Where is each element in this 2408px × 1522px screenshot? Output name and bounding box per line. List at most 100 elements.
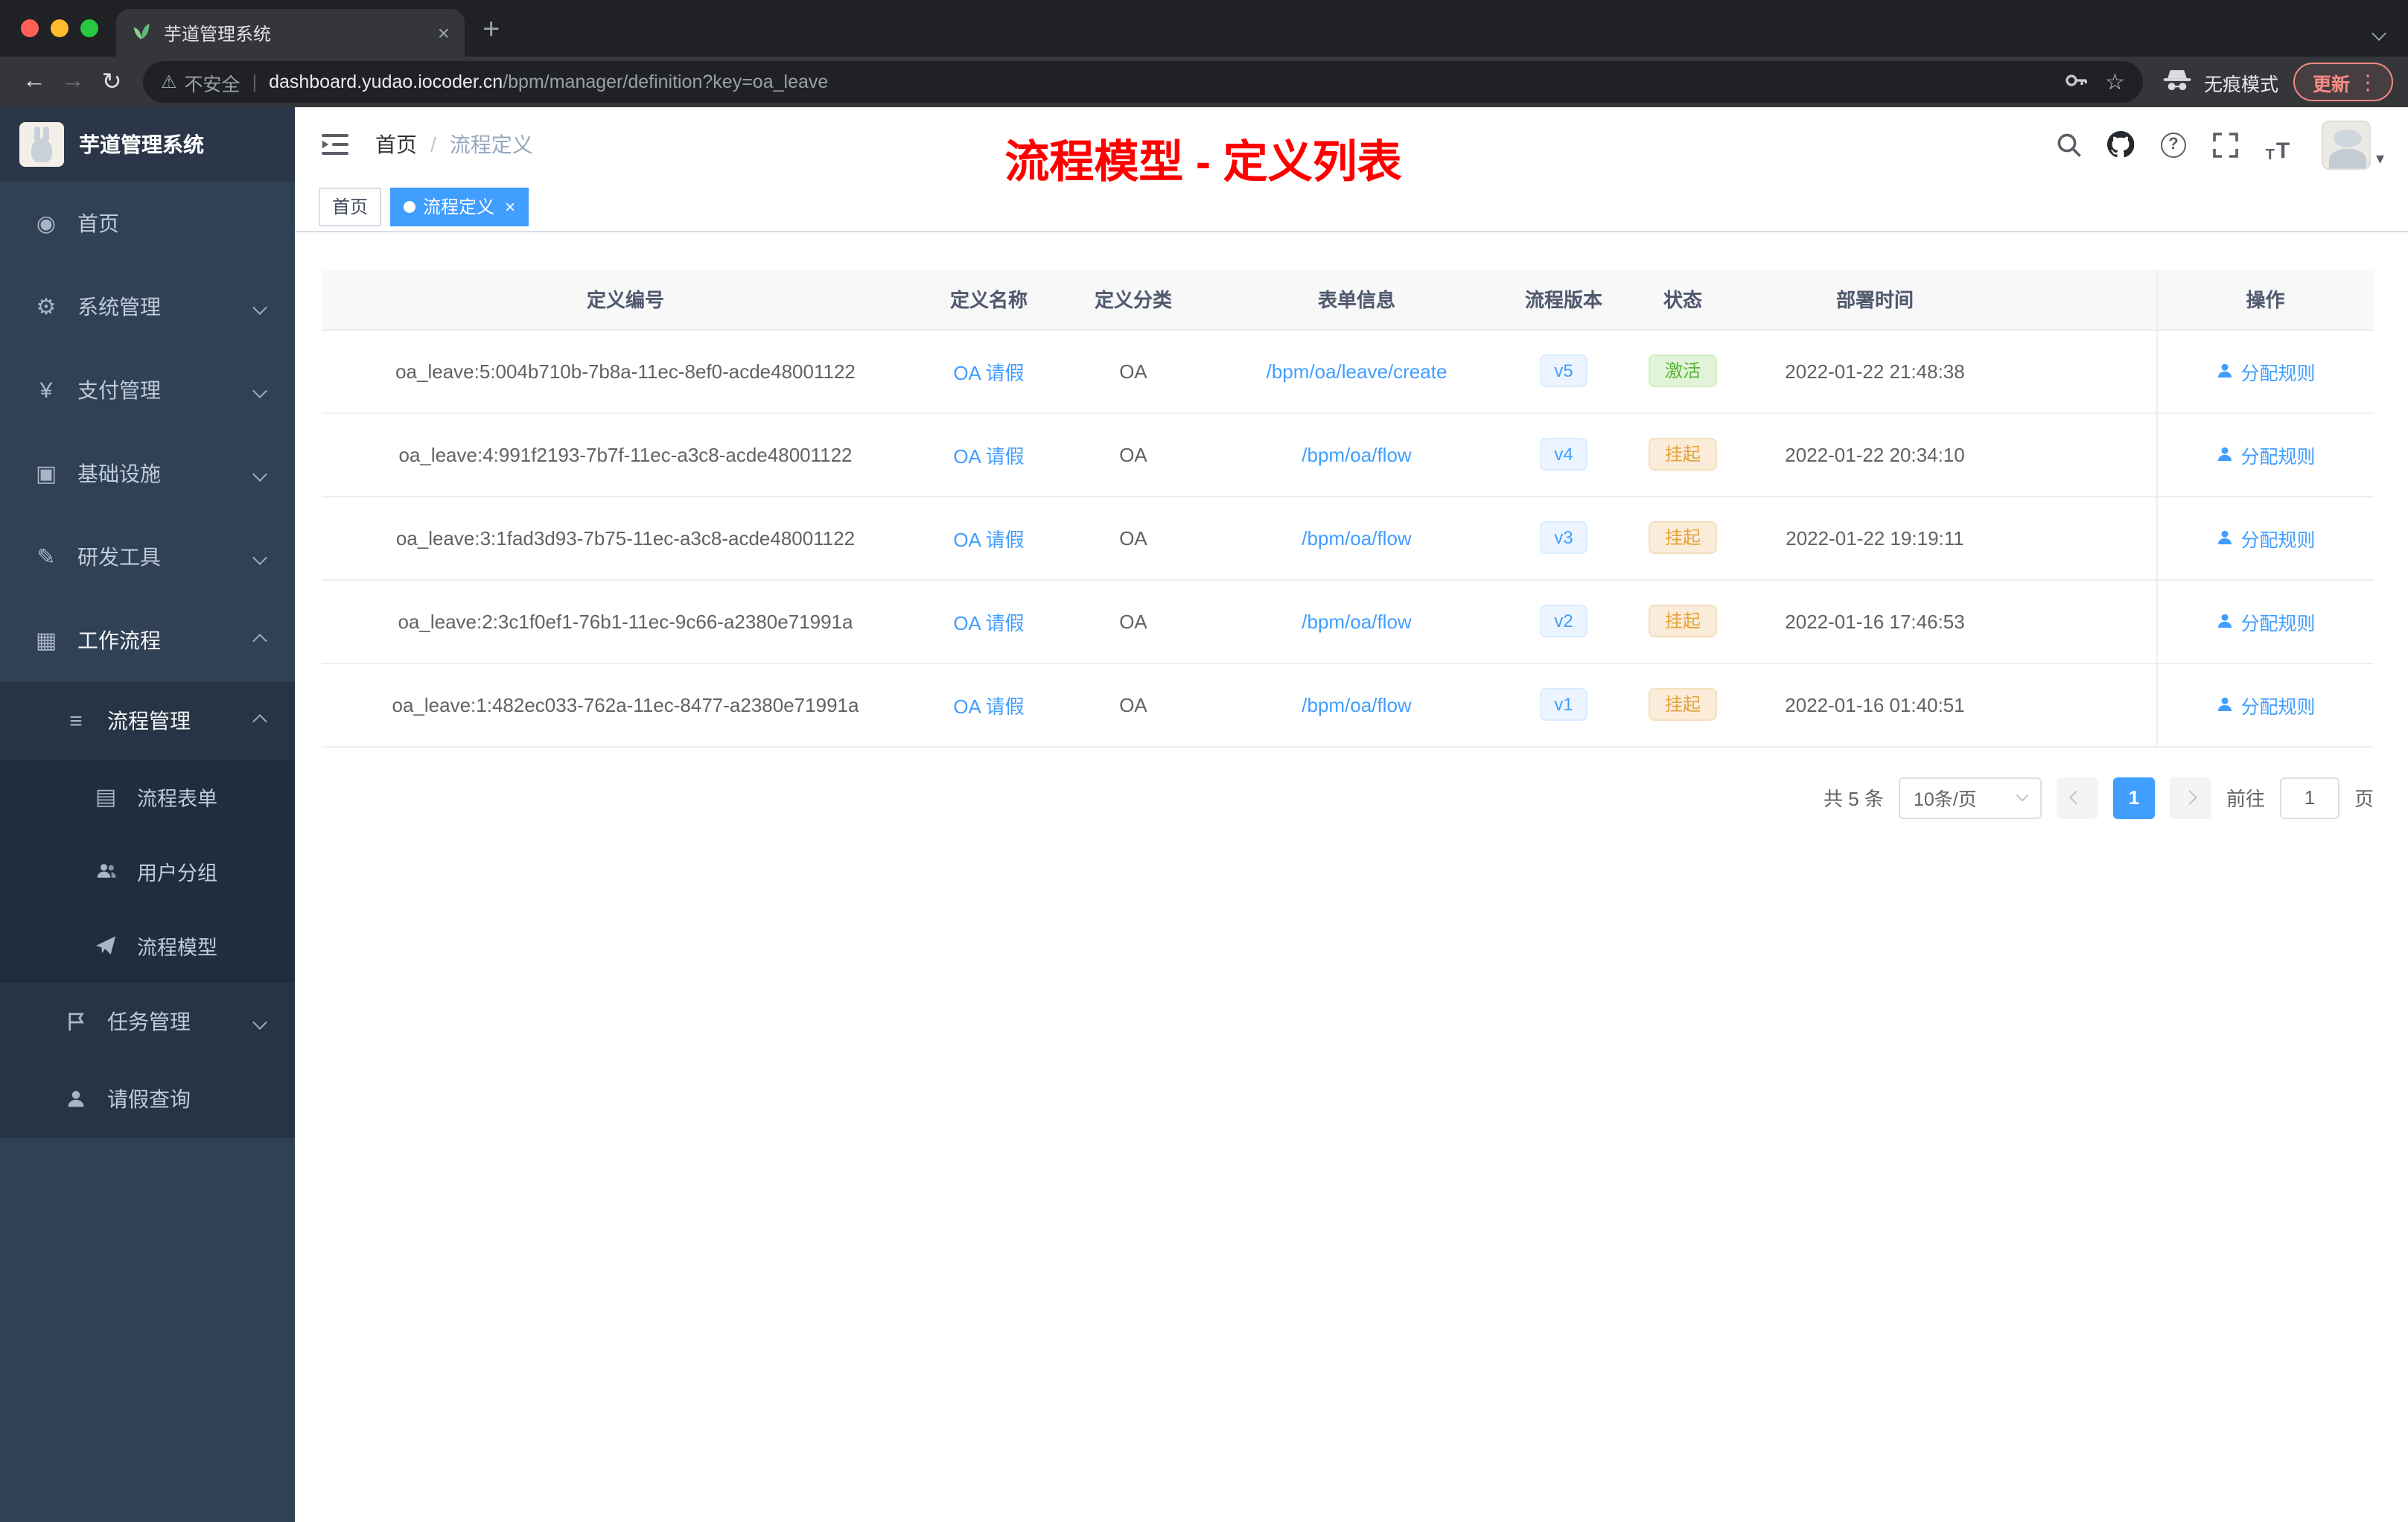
forward-icon[interactable]: → [54, 63, 92, 101]
tool-icon: ✎ [36, 545, 56, 570]
sidebar-item-user-group[interactable]: 用户分组 [0, 834, 295, 908]
col-process-version: 流程版本 [1495, 270, 1632, 330]
font-size-icon[interactable]: TT [2258, 125, 2297, 164]
zoom-window-button[interactable] [80, 19, 98, 37]
logo-avatar [19, 122, 64, 167]
tab-close-icon[interactable]: × [438, 22, 450, 43]
form-link[interactable]: /bpm/oa/flow [1302, 526, 1411, 549]
github-icon[interactable] [2102, 125, 2141, 164]
chevron-down-icon [252, 383, 267, 398]
definition-name-link[interactable]: OA 请假 [953, 445, 1024, 467]
status-badge: 挂起 [1648, 521, 1717, 554]
update-button[interactable]: 更新 ⋮ [2293, 63, 2393, 101]
minimize-window-button[interactable] [51, 19, 69, 37]
browser-toolbar: ← → ↻ ⚠ 不安全 | dashboard.yudao.iocoder.cn… [0, 57, 2408, 107]
sidebar-item-leave-query[interactable]: 请假查询 [0, 1060, 295, 1138]
cell-deploy-time: 2022-01-22 19:19:11 [1733, 496, 2016, 580]
sidebar-item-payment[interactable]: ¥ 支付管理 [0, 348, 295, 432]
back-icon[interactable]: ← [15, 63, 54, 101]
browser-tab[interactable]: 芋道管理系统 × [116, 9, 465, 57]
sidebar-item-process-management[interactable]: ≡ 流程管理 [0, 682, 295, 760]
sidebar-toggle-icon[interactable] [319, 128, 351, 161]
col-definition-name: 定义名称 [929, 270, 1048, 330]
navbar-actions: ? TT ▾ [2050, 120, 2384, 169]
pagination-total: 共 5 条 [1823, 788, 1884, 810]
update-label: 更新 [2312, 74, 2350, 95]
close-window-button[interactable] [21, 19, 39, 37]
col-operation: 操作 [2156, 270, 2374, 330]
form-link[interactable]: /bpm/oa/flow [1302, 693, 1411, 716]
col-definition-id: 定义编号 [322, 270, 929, 330]
definition-name-link[interactable]: OA 请假 [953, 611, 1024, 634]
security-warning-icon: ⚠ [161, 71, 177, 92]
cell-id: oa_leave:5:004b710b-7b8a-11ec-8ef0-acde4… [322, 329, 929, 413]
document-icon: ▤ [95, 785, 117, 810]
chevron-down-icon [252, 299, 267, 314]
password-key-icon[interactable] [2063, 68, 2087, 96]
status-badge: 挂起 [1648, 688, 1717, 721]
browser-window: 芋道管理系统 × + ← → ↻ ⚠ 不安全 | dashboard.yudao… [0, 0, 2408, 1522]
bookmark-star-icon[interactable]: ☆ [2105, 69, 2125, 95]
status-badge: 挂起 [1648, 605, 1717, 637]
page-size-select[interactable]: 10条/页 [1898, 777, 2042, 818]
tag-close-icon[interactable]: × [505, 196, 515, 217]
definition-name-link[interactable]: OA 请假 [953, 361, 1024, 383]
definition-name-link[interactable]: OA 请假 [953, 695, 1024, 717]
sidebar-item-infrastructure[interactable]: ▣ 基础设施 [0, 432, 295, 515]
tag-process-definition[interactable]: 流程定义 × [390, 187, 529, 226]
person-icon [63, 1089, 89, 1109]
browser-menu-icon[interactable]: ⋮ [2357, 69, 2378, 95]
sidebar-item-workflow[interactable]: ▦ 工作流程 [0, 599, 295, 682]
cabinet-icon: ▦ [35, 628, 57, 654]
form-link[interactable]: /bpm/oa/leave/create [1267, 360, 1447, 382]
paper-plane-icon [92, 935, 119, 956]
sidebar-item-process-form[interactable]: ▤ 流程表单 [0, 760, 295, 834]
assign-rule-button[interactable]: 分配规则 [2215, 357, 2316, 385]
assign-rule-button[interactable]: 分配规则 [2215, 690, 2316, 719]
sidebar-item-task-management[interactable]: 任务管理 [0, 983, 295, 1060]
breadcrumb-home[interactable]: 首页 [375, 130, 417, 159]
status-badge: 挂起 [1648, 438, 1717, 471]
cell-category: OA [1048, 329, 1218, 413]
assign-rule-button[interactable]: 分配规则 [2215, 607, 2316, 635]
help-icon[interactable]: ? [2154, 125, 2193, 164]
pagination: 共 5 条 10条/页 1 前往 页 [322, 777, 2374, 818]
form-link[interactable]: /bpm/oa/flow [1302, 610, 1411, 632]
new-tab-button[interactable]: + [482, 15, 500, 45]
reload-icon[interactable]: ↻ [92, 63, 131, 101]
goto-page-input[interactable] [2279, 777, 2339, 818]
assign-rule-button[interactable]: 分配规则 [2215, 523, 2316, 552]
sidebar-item-home[interactable]: ◉ 首页 [0, 182, 295, 265]
tab-search-icon[interactable] [2372, 19, 2386, 46]
assign-rule-button[interactable]: 分配规则 [2215, 440, 2316, 468]
cell-id: oa_leave:4:991f2193-7b7f-11ec-a3c8-acde4… [322, 413, 929, 497]
breadcrumb-current: 流程定义 [449, 133, 533, 156]
form-link[interactable]: /bpm/oa/flow [1302, 443, 1411, 465]
sidebar-item-devtools[interactable]: ✎ 研发工具 [0, 515, 295, 599]
address-bar[interactable]: ⚠ 不安全 | dashboard.yudao.iocoder.cn/bpm/m… [143, 61, 2143, 103]
prev-page-button[interactable] [2056, 777, 2098, 818]
cell-id: oa_leave:2:3c1f0ef1-76b1-11ec-9c66-a2380… [322, 579, 929, 663]
sidebar-item-process-model[interactable]: 流程模型 [0, 908, 295, 983]
user-avatar[interactable]: ▾ [2322, 120, 2384, 169]
avatar-image [2322, 120, 2372, 169]
monitor-icon: ▣ [35, 462, 57, 487]
security-label: 不安全 [184, 74, 241, 95]
brand-title: 芋道管理系统 [79, 133, 204, 156]
definition-name-link[interactable]: OA 请假 [953, 528, 1024, 550]
tag-home[interactable]: 首页 [319, 187, 382, 226]
cell-deploy-time: 2022-01-16 17:46:53 [1733, 579, 2016, 663]
col-form-info: 表单信息 [1218, 270, 1495, 330]
next-page-button[interactable] [2169, 777, 2211, 818]
page-number-button[interactable]: 1 [2112, 777, 2155, 818]
version-badge: v5 [1539, 354, 1588, 387]
tab-strip: 芋道管理系统 × + [0, 0, 2408, 57]
cell-category: OA [1048, 579, 1218, 663]
url-path: /bpm/manager/definition?key=oa_leave [503, 71, 829, 92]
search-icon[interactable] [2050, 125, 2089, 164]
fullscreen-icon[interactable] [2206, 125, 2245, 164]
sidebar-item-system[interactable]: ⚙ 系统管理 [0, 265, 295, 348]
url-host: dashboard.yudao.iocoder.cn [269, 71, 503, 92]
favicon-leaf-icon [131, 20, 152, 45]
app-logo[interactable]: 芋道管理系统 [0, 107, 295, 182]
